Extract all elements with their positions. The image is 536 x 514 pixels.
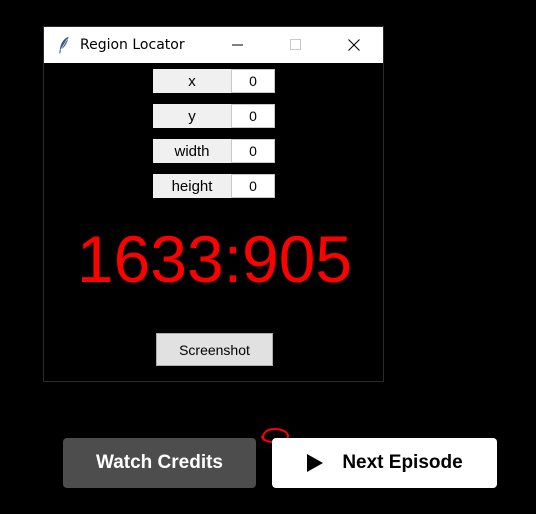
next-episode-button[interactable]: Next Episode [272, 438, 497, 488]
window-controls [209, 27, 383, 63]
minimize-icon [232, 36, 244, 55]
cursor-coordinates-readout: 1633:905 [76, 222, 353, 296]
height-input[interactable] [231, 174, 275, 198]
height-label: height [153, 174, 231, 198]
play-icon [306, 453, 324, 473]
next-episode-label: Next Episode [342, 452, 463, 473]
field-row-x: x [153, 69, 275, 93]
desktop-background: Region Locator x 0 y 0 width 0 height 0 … [0, 0, 536, 514]
field-row-y: y [153, 104, 275, 128]
field-row-height: height [153, 174, 275, 198]
close-icon [348, 36, 360, 55]
x-input[interactable] [231, 69, 275, 93]
x-label: x [153, 69, 231, 93]
y-label: y [153, 104, 231, 128]
feather-icon [56, 35, 72, 55]
watch-credits-button[interactable]: Watch Credits [63, 438, 256, 488]
watch-credits-label: Watch Credits [95, 452, 224, 473]
width-label: width [153, 139, 231, 163]
window-title: Region Locator [80, 37, 185, 53]
y-input[interactable] [231, 104, 275, 128]
close-button[interactable] [325, 27, 383, 63]
minimize-button[interactable] [209, 27, 267, 63]
maximize-button[interactable] [267, 27, 325, 63]
title-bar[interactable]: Region Locator [44, 27, 383, 63]
maximize-icon [290, 36, 302, 55]
width-input[interactable] [231, 139, 275, 163]
field-row-width: width [153, 139, 275, 163]
region-locator-window: Region Locator x 0 y 0 width 0 height 0 … [43, 26, 384, 382]
screenshot-button[interactable]: Screenshot [156, 333, 273, 366]
